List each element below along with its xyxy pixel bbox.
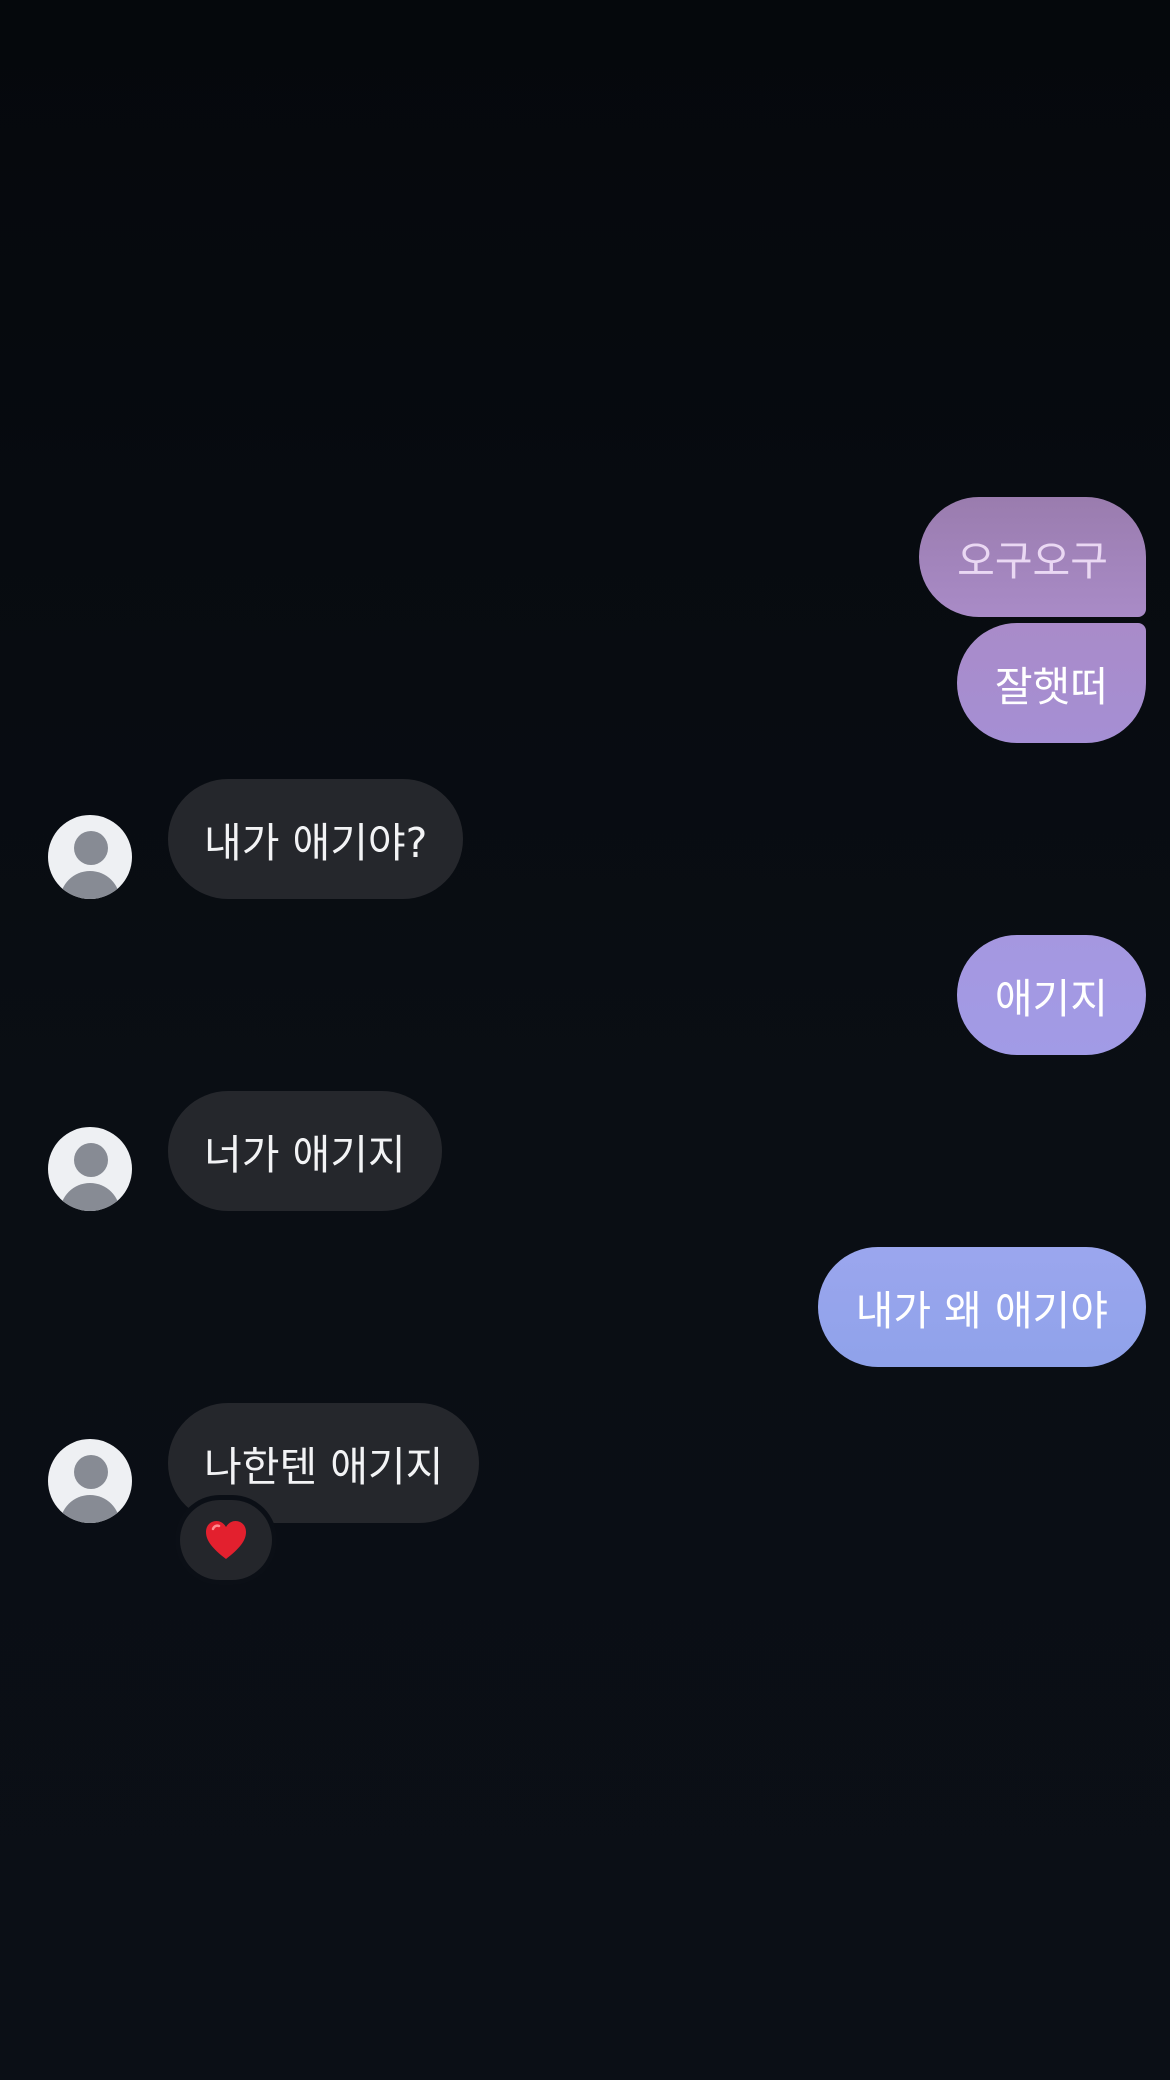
- message-text: 내가 왜 애기야: [855, 1287, 1108, 1335]
- reaction-badge[interactable]: [180, 1500, 272, 1580]
- avatar-head: [74, 1455, 108, 1489]
- avatar-shoulders: [60, 1183, 120, 1211]
- incoming-message-bubble[interactable]: 내가 애기야?: [168, 779, 464, 899]
- outgoing-message-bubble[interactable]: 오구오구: [919, 497, 1146, 617]
- contact-avatar[interactable]: [48, 1439, 132, 1523]
- heart-icon: [206, 1521, 246, 1559]
- message-text: 나한텐 애기지: [204, 1443, 444, 1491]
- message-text: 오구오구: [957, 537, 1108, 585]
- avatar-head: [74, 831, 108, 865]
- message-text: 잘햇떠: [994, 663, 1108, 711]
- message-text: 애기지: [994, 975, 1108, 1023]
- outgoing-message-bubble[interactable]: 내가 왜 애기야: [817, 1247, 1146, 1367]
- contact-avatar[interactable]: [48, 1127, 132, 1211]
- contact-avatar[interactable]: [48, 815, 132, 899]
- avatar-shoulders: [60, 1495, 120, 1523]
- avatar-shoulders: [60, 871, 120, 899]
- message-text: 너가 애기지: [204, 1131, 406, 1179]
- incoming-message-bubble[interactable]: 너가 애기지: [168, 1091, 442, 1211]
- chat-thread: 오구오구 잘햇떠 내가 애기야? 애기지 너가 애기지 내가 왜 애기야 나한텐…: [0, 0, 1170, 2080]
- outgoing-message-bubble[interactable]: 애기지: [956, 935, 1146, 1055]
- outgoing-message-bubble[interactable]: 잘햇떠: [956, 623, 1146, 743]
- message-text: 내가 애기야?: [204, 819, 428, 867]
- avatar-head: [74, 1143, 108, 1177]
